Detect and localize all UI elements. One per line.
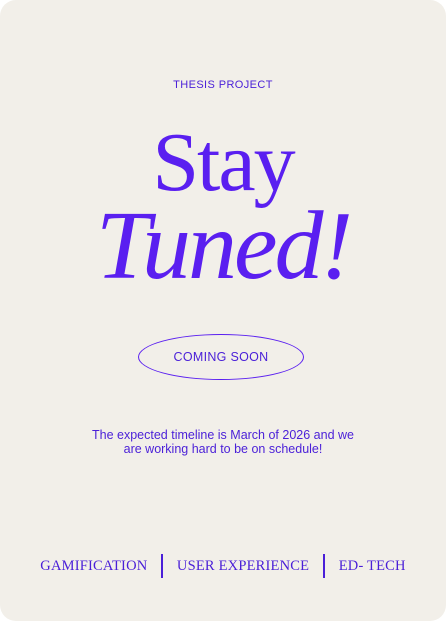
tag-gamification: GAMIFICATION xyxy=(40,557,148,574)
poster-card: THESIS PROJECT Stay Tuned! COMING SOON T… xyxy=(0,0,446,621)
coming-soon-button[interactable]: COMING SOON xyxy=(138,334,304,380)
tag-ed-tech: ED- TECH xyxy=(338,557,406,574)
tag-user-experience: USER EXPERIENCE xyxy=(176,557,310,574)
headline-line-2: Tuned! xyxy=(95,192,353,300)
tag-list: GAMIFICATION USER EXPERIENCE ED- TECH xyxy=(0,554,446,578)
timeline-description: The expected timeline is March of 2026 a… xyxy=(60,428,386,456)
timeline-line-1: The expected timeline is March of 2026 a… xyxy=(92,428,354,442)
timeline-line-2: are working hard to be on schedule! xyxy=(123,442,323,456)
eyebrow-label: THESIS PROJECT xyxy=(173,79,273,91)
